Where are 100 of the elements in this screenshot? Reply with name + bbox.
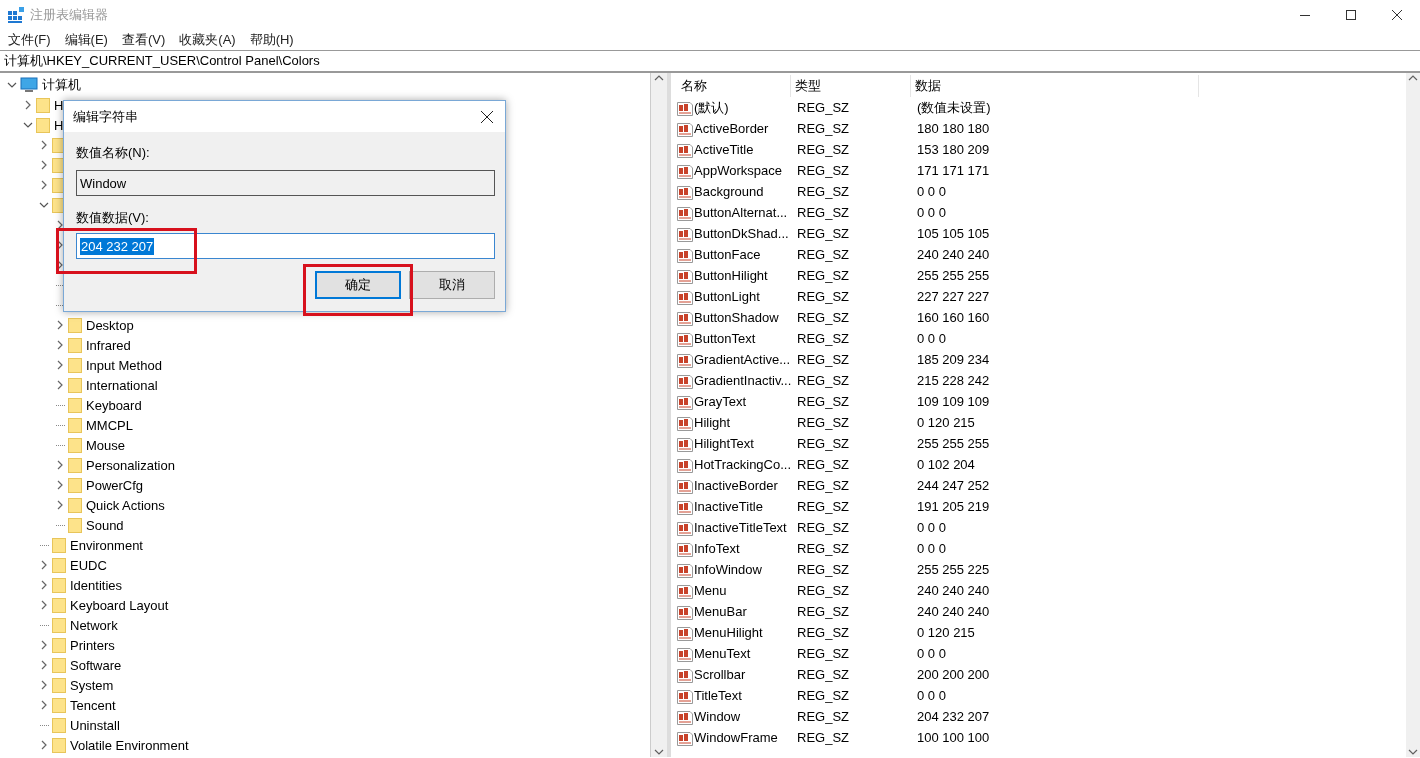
expand-chevron-icon[interactable] bbox=[55, 460, 65, 470]
value-name[interactable]: Background bbox=[694, 184, 764, 199]
value-name[interactable]: ButtonFace bbox=[694, 247, 761, 262]
value-name[interactable]: Hilight bbox=[694, 415, 731, 430]
column-header[interactable]: 数据 bbox=[911, 75, 1199, 97]
tree-item[interactable]: Environment bbox=[70, 537, 143, 553]
expand-chevron-icon[interactable] bbox=[39, 160, 49, 170]
column-header[interactable]: 类型 bbox=[791, 75, 911, 97]
value-name[interactable]: InactiveTitle bbox=[694, 499, 763, 514]
scroll-up-icon[interactable] bbox=[654, 73, 664, 83]
scroll-up-icon[interactable] bbox=[1408, 73, 1418, 83]
expand-chevron-icon[interactable] bbox=[55, 220, 65, 230]
tree-item[interactable]: Infrared bbox=[86, 337, 131, 353]
scroll-down-icon[interactable] bbox=[654, 747, 664, 757]
value-name[interactable]: MenuHilight bbox=[694, 625, 763, 640]
tree-item[interactable]: Input Method bbox=[86, 357, 162, 373]
value-name[interactable]: MenuText bbox=[694, 646, 751, 661]
value-name[interactable]: HotTrackingCo... bbox=[694, 457, 792, 472]
value-name[interactable]: GradientActive... bbox=[694, 352, 791, 367]
tree-item[interactable]: Tencent bbox=[70, 697, 116, 713]
tree-item[interactable]: Network bbox=[70, 617, 118, 633]
toolbar-command[interactable]: 编辑(E) bbox=[64, 31, 108, 49]
value-name[interactable]: ButtonHilight bbox=[694, 268, 768, 283]
tree-item[interactable]: Printers bbox=[70, 637, 115, 653]
expand-chevron-icon[interactable] bbox=[55, 380, 65, 390]
value-name[interactable]: WindowFrame bbox=[694, 730, 778, 745]
value-type: REG_SZ bbox=[796, 205, 850, 220]
value-name-field[interactable]: Window bbox=[76, 170, 495, 196]
tree-item[interactable]: Desktop bbox=[86, 317, 134, 333]
expand-chevron-icon[interactable] bbox=[39, 580, 49, 590]
value-name[interactable]: ActiveBorder bbox=[694, 121, 769, 136]
toolbar-command[interactable]: 收藏夹(A) bbox=[179, 31, 236, 49]
value-name[interactable]: ActiveTitle bbox=[694, 142, 754, 157]
value-name[interactable]: InfoWindow bbox=[694, 562, 762, 577]
toolbar-command[interactable]: 文件(F) bbox=[8, 31, 51, 49]
value-name[interactable]: HilightText bbox=[694, 436, 754, 451]
expand-chevron-icon[interactable] bbox=[55, 500, 65, 510]
expand-chevron-icon[interactable] bbox=[39, 180, 49, 190]
tree-item[interactable]: Keyboard bbox=[86, 397, 142, 413]
tree-item[interactable]: 计算机 bbox=[42, 76, 81, 94]
expand-chevron-icon[interactable] bbox=[55, 320, 65, 330]
expand-chevron-icon[interactable] bbox=[55, 360, 65, 370]
toolbar-command[interactable]: 查看(V) bbox=[121, 31, 166, 49]
tree-item[interactable]: Keyboard Layout bbox=[70, 597, 169, 613]
collapse-chevron-icon[interactable] bbox=[23, 120, 33, 130]
tree-item[interactable]: Volatile Environment bbox=[70, 737, 189, 753]
value-data: 227 227 227 bbox=[916, 289, 991, 304]
value-name[interactable]: InactiveTitleText bbox=[694, 520, 787, 535]
tree-item[interactable]: Uninstall bbox=[70, 717, 120, 733]
expand-chevron-icon[interactable] bbox=[39, 660, 49, 670]
tree-item[interactable]: Sound bbox=[86, 517, 124, 533]
value-name[interactable]: ButtonText bbox=[694, 331, 756, 346]
column-header[interactable]: 名称 bbox=[677, 75, 791, 97]
expand-chevron-icon[interactable] bbox=[39, 560, 49, 570]
cancel-button[interactable]: 取消 bbox=[409, 271, 495, 299]
value-name[interactable]: InfoText bbox=[694, 541, 740, 556]
tree-item[interactable]: MMCPL bbox=[86, 417, 133, 433]
address-bar[interactable]: 计算机\HKEY_CURRENT_USER\Control Panel\Colors bbox=[0, 50, 1420, 73]
ok-button[interactable]: 确定 bbox=[315, 271, 401, 299]
value-name[interactable]: ButtonDkShad... bbox=[694, 226, 789, 241]
value-data-field[interactable]: 204 232 207 bbox=[76, 233, 495, 259]
expand-chevron-icon[interactable] bbox=[39, 740, 49, 750]
tree-item[interactable]: Personalization bbox=[86, 457, 175, 473]
expand-chevron-icon[interactable] bbox=[23, 100, 33, 110]
tree-item[interactable]: PowerCfg bbox=[86, 477, 144, 493]
tree-item[interactable]: EUDC bbox=[70, 557, 107, 573]
tree-item[interactable]: Identities bbox=[70, 577, 123, 593]
value-name[interactable]: ButtonAlternat... bbox=[694, 205, 788, 220]
value-name[interactable]: (默认) bbox=[694, 98, 729, 117]
value-name[interactable]: Scrollbar bbox=[694, 667, 746, 682]
value-name[interactable]: MenuBar bbox=[694, 604, 747, 619]
tree-item[interactable]: Mouse bbox=[86, 437, 126, 453]
value-name[interactable]: InactiveBorder bbox=[694, 478, 778, 493]
tree-item[interactable]: International bbox=[86, 377, 158, 393]
collapse-chevron-icon[interactable] bbox=[39, 200, 49, 210]
expand-chevron-icon[interactable] bbox=[39, 700, 49, 710]
tree-item[interactable]: H bbox=[54, 117, 64, 133]
value-name[interactable]: TitleText bbox=[694, 688, 742, 703]
value-name[interactable]: ButtonLight bbox=[694, 289, 760, 304]
value-name[interactable]: Window bbox=[694, 709, 741, 724]
value-name[interactable]: ButtonShadow bbox=[694, 310, 779, 325]
tree-item[interactable]: Quick Actions bbox=[86, 497, 165, 513]
value-name[interactable]: AppWorkspace bbox=[694, 163, 782, 178]
toolbar-command[interactable]: 帮助(H) bbox=[249, 31, 294, 49]
expand-chevron-icon[interactable] bbox=[55, 480, 65, 490]
value-data: 255 255 225 bbox=[916, 562, 991, 577]
expand-chevron-icon[interactable] bbox=[39, 680, 49, 690]
tree-item[interactable]: System bbox=[70, 677, 114, 693]
collapse-chevron-icon[interactable] bbox=[7, 80, 17, 90]
expand-chevron-icon[interactable] bbox=[39, 140, 49, 150]
scroll-down-icon[interactable] bbox=[1408, 747, 1418, 757]
expand-chevron-icon[interactable] bbox=[39, 640, 49, 650]
tree-item[interactable]: H bbox=[54, 97, 64, 113]
folder-icon bbox=[68, 397, 82, 413]
expand-chevron-icon[interactable] bbox=[39, 600, 49, 610]
value-name[interactable]: GradientInactiv... bbox=[694, 373, 792, 388]
value-name[interactable]: GrayText bbox=[694, 394, 746, 409]
expand-chevron-icon[interactable] bbox=[55, 340, 65, 350]
tree-item[interactable]: Software bbox=[70, 657, 122, 673]
value-name[interactable]: Menu bbox=[694, 583, 727, 598]
